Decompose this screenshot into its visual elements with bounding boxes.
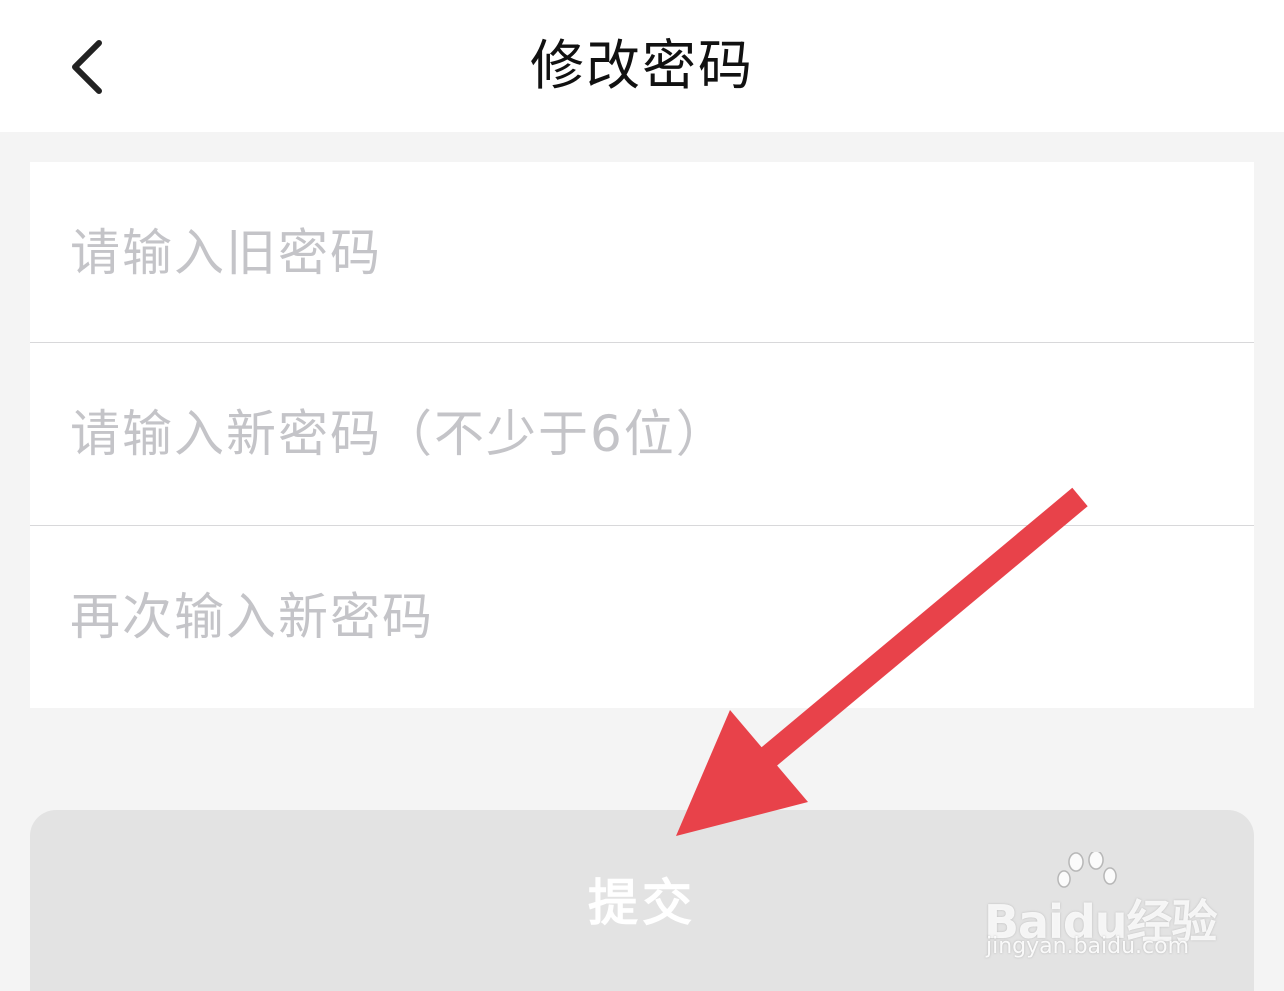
password-form (30, 162, 1254, 708)
confirm-password-row (30, 526, 1254, 708)
submit-button[interactable]: 提交 (30, 810, 1254, 991)
old-password-input[interactable] (30, 162, 1254, 344)
nav-bar: 修改密码 (0, 0, 1284, 132)
new-password-row (30, 343, 1254, 525)
confirm-password-input[interactable] (30, 526, 1254, 708)
old-password-row (30, 162, 1254, 344)
page-title: 修改密码 (530, 34, 754, 97)
new-password-input[interactable] (30, 343, 1254, 525)
